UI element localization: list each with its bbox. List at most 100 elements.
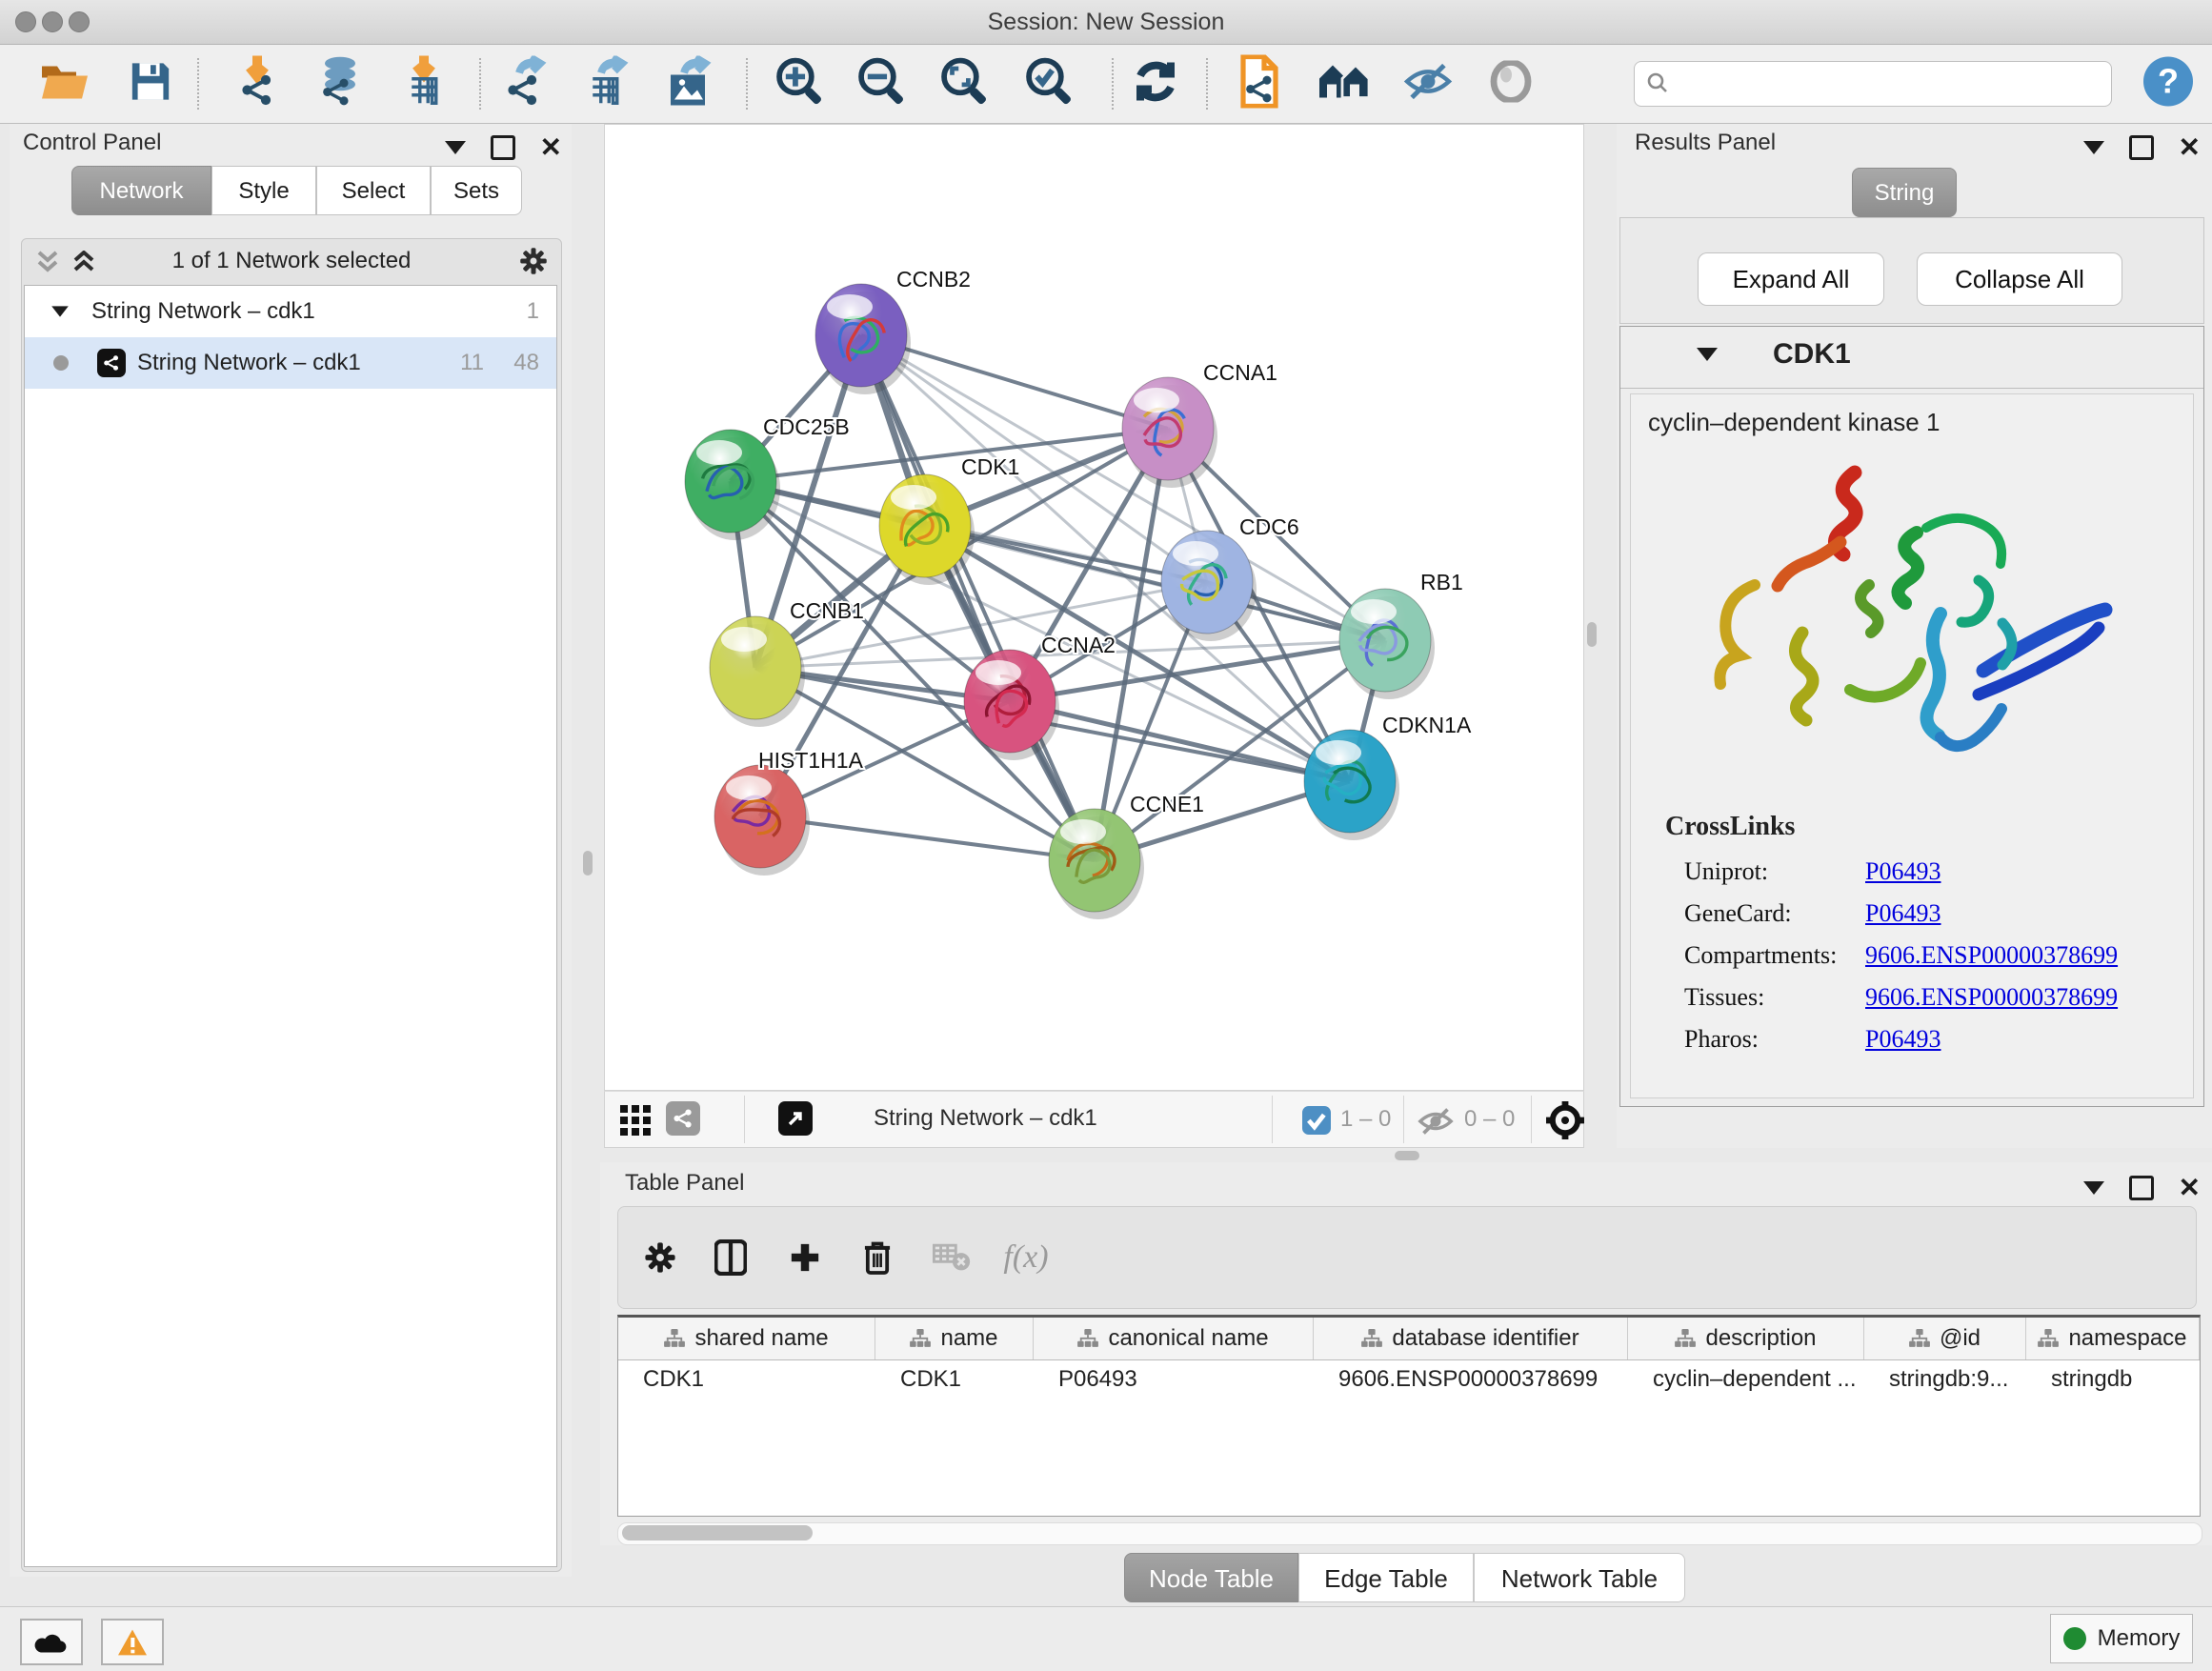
tab-network-table[interactable]: Network Table xyxy=(1474,1553,1685,1602)
network-view-toolbar: String Network – cdk1 1 – 0 0 – 0 xyxy=(604,1091,1584,1148)
network-tree-row[interactable]: String Network – cdk1 11 48 xyxy=(25,337,556,389)
export-table-icon[interactable] xyxy=(582,56,632,112)
delete-table-icon[interactable] xyxy=(933,1243,971,1272)
selected-count-checkbox-icon[interactable] xyxy=(1302,1106,1331,1139)
node-CCNA2[interactable] xyxy=(964,650,1059,760)
node-CDC25B[interactable] xyxy=(685,430,780,540)
save-icon[interactable] xyxy=(129,60,172,109)
tree-expand-icon[interactable] xyxy=(51,306,69,316)
node-HIST1H1A[interactable] xyxy=(714,765,810,876)
zoom-fit-icon[interactable] xyxy=(939,56,991,112)
tab-string[interactable]: String xyxy=(1852,168,1957,217)
open-folder-icon[interactable] xyxy=(40,61,90,108)
birds-eye-view-icon[interactable] xyxy=(620,1105,653,1136)
network-tree-row[interactable]: String Network – cdk1 1 xyxy=(25,286,556,337)
node-CDC6[interactable] xyxy=(1161,531,1257,641)
expand-all-button[interactable]: Expand All xyxy=(1698,252,1884,306)
delete-column-trash-icon[interactable] xyxy=(862,1239,893,1276)
node-CCNA1[interactable] xyxy=(1122,377,1217,488)
control-panel-tabs: NetworkStyleSelectSets xyxy=(71,166,548,215)
node-label-HIST1H1A: HIST1H1A xyxy=(758,748,864,773)
float-panel-icon[interactable] xyxy=(2083,141,2104,154)
hidden-eye-icon[interactable] xyxy=(1417,1107,1455,1136)
import-network-icon[interactable] xyxy=(234,56,282,112)
column-header-namespace[interactable]: namespace xyxy=(2026,1318,2200,1359)
crosslink-row: Tissues: 9606.ENSP00000378699 xyxy=(1684,983,2193,1012)
export-network-icon[interactable] xyxy=(500,56,550,112)
network-canvas[interactable]: CCNB2CCNA1CDC25BCDK1CDC6RB1CCNB1CCNA2CDK… xyxy=(604,124,1584,1091)
node-CDKN1A[interactable] xyxy=(1304,730,1399,840)
import-string-document-icon[interactable] xyxy=(1236,55,1283,113)
cloud-status-button[interactable] xyxy=(20,1619,83,1665)
search-input[interactable] xyxy=(1677,66,2100,100)
collapse-entry-icon[interactable] xyxy=(1697,348,1718,361)
left-splitter-handle[interactable] xyxy=(583,851,593,876)
table-row[interactable]: CDK1CDK1P064939606.ENSP00000378699cyclin… xyxy=(618,1360,2200,1399)
zoom-selected-icon[interactable] xyxy=(1024,56,1076,112)
maximize-panel-icon[interactable] xyxy=(491,135,515,160)
node-table[interactable]: shared namenamecanonical namedatabase id… xyxy=(617,1315,2201,1517)
create-column-plus-icon[interactable] xyxy=(789,1241,821,1274)
crosslink-value-link[interactable]: 9606.ENSP00000378699 xyxy=(1865,941,2118,970)
crosslink-label: Pharos: xyxy=(1684,1025,1865,1054)
column-header-canonical-name[interactable]: canonical name xyxy=(1034,1318,1314,1359)
column-header-description[interactable]: description xyxy=(1628,1318,1864,1359)
refresh-icon[interactable] xyxy=(1131,57,1180,111)
toolbar-separator xyxy=(197,58,199,110)
edge-CCNB2-CCNE1[interactable] xyxy=(861,335,1095,860)
network-selection-summary: 1 of 1 Network selected xyxy=(22,248,561,274)
maximize-panel-icon[interactable] xyxy=(2129,1176,2154,1200)
import-table-icon[interactable] xyxy=(401,56,449,112)
home-icon[interactable] xyxy=(1317,60,1371,109)
table-options-gear-icon[interactable] xyxy=(644,1241,676,1274)
function-builder-icon[interactable]: f(x) xyxy=(1003,1239,1048,1276)
table-hscrollbar-thumb[interactable] xyxy=(622,1525,813,1540)
tab-select[interactable]: Select xyxy=(316,166,431,215)
tab-network[interactable]: Network xyxy=(71,166,211,215)
hide-unhide-icon[interactable] xyxy=(1402,61,1454,108)
tab-sets[interactable]: Sets xyxy=(431,166,522,215)
column-header-shared-name[interactable]: shared name xyxy=(618,1318,875,1359)
node-CDK1[interactable] xyxy=(879,474,975,585)
column-header-name[interactable]: name xyxy=(875,1318,1034,1359)
float-panel-icon[interactable] xyxy=(445,141,466,154)
memory-button[interactable]: Memory xyxy=(2050,1614,2193,1663)
export-image-icon[interactable] xyxy=(665,56,714,112)
node-CCNB2[interactable] xyxy=(815,284,911,394)
right-splitter-handle[interactable] xyxy=(1587,622,1597,647)
tab-style[interactable]: Style xyxy=(211,166,316,215)
column-header--id[interactable]: @id xyxy=(1864,1318,2026,1359)
tab-edge-table[interactable]: Edge Table xyxy=(1298,1553,1474,1602)
crosslink-value-link[interactable]: P06493 xyxy=(1865,1025,1941,1054)
horizontal-splitter-handle[interactable] xyxy=(1395,1151,1419,1160)
toolbar-separator xyxy=(1112,58,1114,110)
node-CCNB1[interactable] xyxy=(710,616,805,727)
warning-status-button[interactable] xyxy=(101,1619,164,1665)
collapse-all-button[interactable]: Collapse All xyxy=(1917,252,2122,306)
node-RB1[interactable] xyxy=(1339,589,1435,699)
crosslink-value-link[interactable]: P06493 xyxy=(1865,899,1941,928)
zoom-out-icon[interactable] xyxy=(856,56,908,112)
node-CCNE1[interactable] xyxy=(1049,809,1144,919)
zoom-in-icon[interactable] xyxy=(774,56,826,112)
edge-CCNE1-HIST1H1A[interactable] xyxy=(760,816,1095,860)
crosslink-value-link[interactable]: 9606.ENSP00000378699 xyxy=(1865,983,2118,1012)
crosslink-value-link[interactable]: P06493 xyxy=(1865,857,1941,886)
open-in-browser-icon[interactable] xyxy=(778,1101,813,1136)
close-panel-icon[interactable]: ✕ xyxy=(2179,138,2201,157)
eye-icon[interactable] xyxy=(1488,61,1534,108)
network-options-gear-icon[interactable] xyxy=(519,247,548,275)
import-database-icon[interactable] xyxy=(313,56,363,112)
column-header-database-identifier[interactable]: database identifier xyxy=(1314,1318,1628,1359)
tab-node-table[interactable]: Node Table xyxy=(1124,1553,1298,1602)
string-network-badge-icon[interactable] xyxy=(666,1101,700,1136)
float-panel-icon[interactable] xyxy=(2083,1181,2104,1195)
show-columns-icon[interactable] xyxy=(714,1239,747,1276)
table-cell: stringdb:9... xyxy=(1864,1360,2026,1399)
table-hscrollbar[interactable] xyxy=(617,1522,2202,1545)
fit-selected-crosshair-icon[interactable] xyxy=(1544,1099,1586,1141)
close-panel-icon[interactable]: ✕ xyxy=(540,138,562,157)
close-panel-icon[interactable]: ✕ xyxy=(2179,1178,2201,1198)
maximize-panel-icon[interactable] xyxy=(2129,135,2154,160)
help-icon[interactable]: ? xyxy=(2142,56,2194,112)
